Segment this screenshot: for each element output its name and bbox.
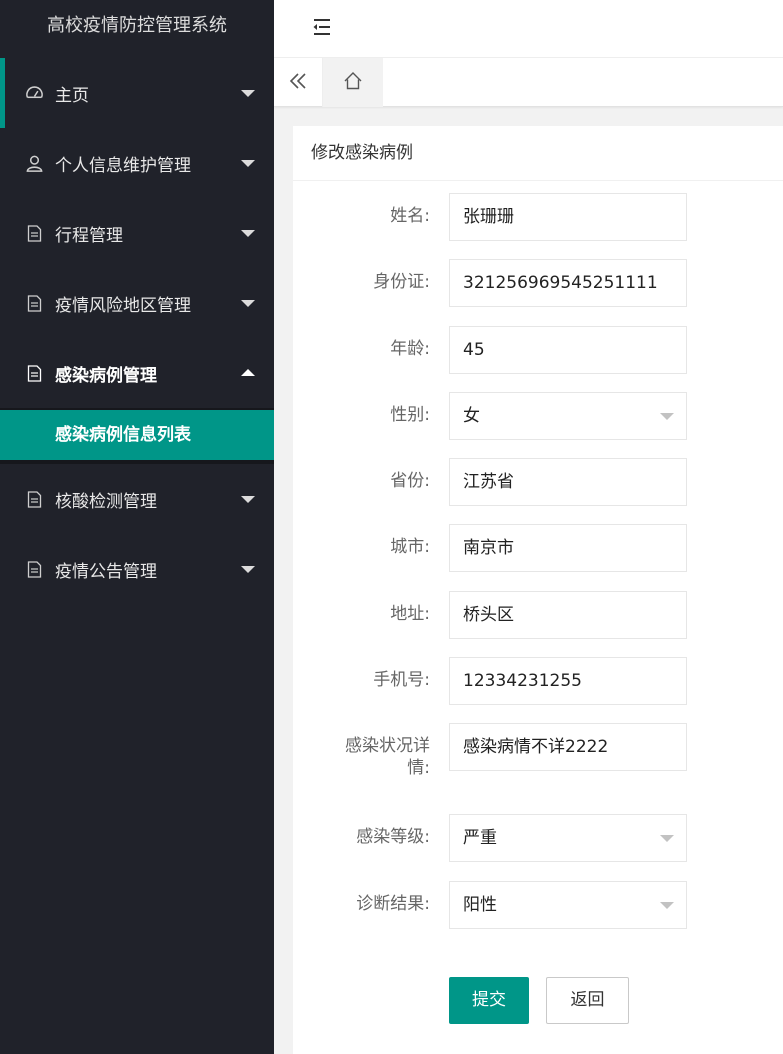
chevron-down-icon (241, 160, 255, 167)
edit-case-card: 修改感染病例 姓名: 张珊珊 身份证: 321256969545251111 年… (293, 126, 783, 1054)
infection-level-select[interactable]: 严重 (449, 814, 687, 862)
tab-scroll-left-button[interactable] (274, 58, 323, 107)
id-card-input[interactable]: 321256969545251111 (449, 259, 687, 307)
infection-level-select-value: 严重 (463, 828, 497, 848)
field-label: 诊断结果: (356, 894, 430, 914)
field-label: 地址: (390, 604, 430, 624)
app-title: 高校疫情防控管理系统 (0, 0, 274, 58)
name-input[interactable]: 张珊珊 (449, 193, 687, 241)
sidebar-menu: 主页 个人信息维护管理 行程管理 疫情风险地区管理 感染病例管理 感染病例信息列… (0, 58, 274, 604)
tab-home[interactable] (323, 58, 383, 107)
city-input[interactable]: 南京市 (449, 524, 687, 572)
card-title: 修改感染病例 (293, 126, 783, 181)
field-label-line: 情: (407, 758, 430, 778)
double-chevron-left-icon (288, 71, 308, 95)
caret-down-icon (660, 902, 674, 909)
document-icon (24, 223, 44, 243)
chevron-down-icon (241, 300, 255, 307)
dashboard-icon (24, 83, 44, 103)
chevron-down-icon (241, 230, 255, 237)
document-icon (24, 489, 44, 509)
sidebar-item-home[interactable]: 主页 (0, 58, 274, 128)
user-icon (24, 153, 44, 173)
top-header (274, 0, 783, 58)
age-input[interactable]: 45 (449, 326, 687, 374)
address-input[interactable]: 桥头区 (449, 591, 687, 639)
sidebar-item-label: 核酸检测管理 (55, 491, 157, 512)
sidebar-item-label: 行程管理 (55, 225, 123, 246)
field-label: 感染等级: (356, 827, 430, 847)
back-button[interactable]: 返回 (546, 977, 629, 1024)
sidebar-submenu: 感染病例信息列表 (0, 408, 274, 464)
submit-button[interactable]: 提交 (449, 977, 529, 1024)
sidebar-subitem-infection-case-list[interactable]: 感染病例信息列表 (0, 410, 274, 460)
diagnosis-select-value: 阳性 (463, 895, 497, 915)
menu-fold-icon[interactable] (312, 18, 332, 36)
field-label: 身份证: (373, 272, 430, 292)
sidebar-item-itinerary[interactable]: 行程管理 (0, 198, 274, 268)
sidebar-item-personal-info[interactable]: 个人信息维护管理 (0, 128, 274, 198)
field-label: 感染状况详 情: (320, 735, 430, 779)
sidebar-item-risk-area[interactable]: 疫情风险地区管理 (0, 268, 274, 338)
field-label: 姓名: (390, 206, 430, 226)
document-icon (24, 559, 44, 579)
field-label: 年龄: (390, 339, 430, 359)
sidebar-item-label: 个人信息维护管理 (55, 155, 191, 176)
home-icon (343, 71, 363, 95)
chevron-down-icon (241, 496, 255, 503)
phone-input[interactable]: 12334231255 (449, 657, 687, 705)
tab-bar (274, 58, 783, 107)
chevron-down-icon (241, 566, 255, 573)
document-icon (24, 363, 44, 383)
sidebar: 高校疫情防控管理系统 主页 个人信息维护管理 行程管理 疫情风险地区管理 感染病… (0, 0, 274, 1054)
field-label-line: 感染状况详 (345, 736, 430, 756)
sidebar-item-label: 主页 (55, 85, 89, 106)
sidebar-item-nucleic-test[interactable]: 核酸检测管理 (0, 464, 274, 534)
infection-details-input[interactable]: 感染病情不详2222 (449, 723, 687, 771)
sidebar-item-label: 疫情风险地区管理 (55, 295, 191, 316)
sidebar-item-label: 疫情公告管理 (55, 561, 157, 582)
gender-select[interactable]: 女 (449, 392, 687, 440)
field-label: 城市: (390, 537, 430, 557)
diagnosis-select[interactable]: 阳性 (449, 881, 687, 929)
province-input[interactable]: 江苏省 (449, 458, 687, 506)
sidebar-item-label: 感染病例管理 (55, 365, 157, 386)
field-label: 省份: (390, 471, 430, 491)
document-icon (24, 293, 44, 313)
chevron-up-icon (241, 369, 255, 376)
sidebar-item-announcements[interactable]: 疫情公告管理 (0, 534, 274, 604)
field-label: 性别: (390, 405, 430, 425)
gender-select-value: 女 (463, 406, 480, 426)
field-label: 手机号: (373, 670, 430, 690)
chevron-down-icon (241, 90, 255, 97)
sidebar-item-infection-cases[interactable]: 感染病例管理 (0, 338, 274, 408)
caret-down-icon (660, 413, 674, 420)
caret-down-icon (660, 835, 674, 842)
